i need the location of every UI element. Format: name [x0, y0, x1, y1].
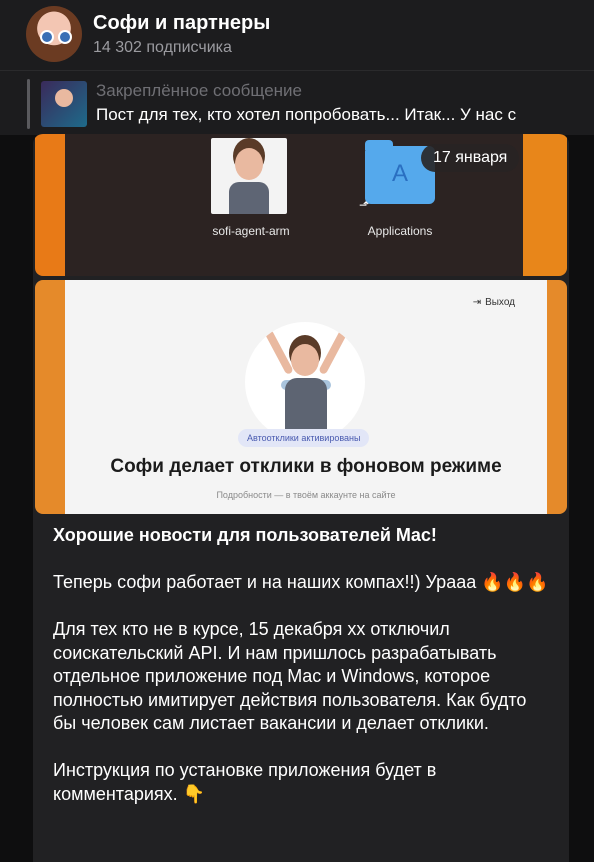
exit-icon: ⇥: [472, 297, 482, 308]
post-image-dashboard[interactable]: ⇥ Выход Автоотклики активированы Софи дел…: [35, 280, 567, 514]
head: [291, 344, 319, 376]
pinned-indicator: [27, 79, 30, 129]
exit-link: ⇥ Выход: [473, 297, 515, 308]
avatar-eye-left: [40, 30, 54, 44]
alias-arrow-icon: ⬏: [359, 198, 370, 212]
avatar-eye-right: [58, 30, 72, 44]
app-label: sofi-agent-arm: [212, 224, 290, 238]
dashboard-subtext: Подробности — в твоём аккаунте на сайте: [216, 490, 396, 500]
post-paragraph-4: Инструкция по установке приложения будет…: [53, 760, 437, 804]
channel-header[interactable]: Софи и партнеры 14 302 подписчика: [0, 0, 594, 70]
sofi-illustration: [245, 322, 365, 442]
pinned-preview-text: Пост для тех, кто хотел попробовать... И…: [96, 105, 517, 124]
post-text: Хорошие новости для пользователей Mac! Т…: [53, 524, 553, 830]
pinned-label: Закреплённое сообщение: [96, 81, 302, 100]
folder-label: Applications: [367, 224, 433, 238]
channel-avatar[interactable]: [26, 6, 82, 62]
post-paragraph-1: Хорошие новости для пользователей Mac!: [53, 525, 437, 545]
post-paragraph-2: Теперь софи работает и на наших компах!!…: [53, 572, 549, 592]
pinned-thumbnail: [41, 81, 87, 127]
exit-label: Выход: [485, 297, 515, 308]
subscriber-count: 14 302 подписчика: [93, 39, 232, 56]
status-badge: Автоотклики активированы: [238, 429, 370, 447]
arm-left: [264, 328, 294, 376]
channel-title[interactable]: Софи и партнеры: [93, 12, 270, 35]
dashboard-heading: Софи делает отклики в фоновом режиме: [110, 456, 502, 477]
app-icon-body: [229, 182, 269, 214]
post-paragraph-3: Для тех кто не в курсе, 15 декабря хх от…: [53, 619, 527, 733]
date-badge: 17 января: [421, 144, 520, 172]
torso: [285, 378, 327, 430]
arm-right: [318, 328, 348, 376]
dashboard-card: ⇥ Выход Автоотклики активированы Софи дел…: [65, 280, 547, 514]
app-icon: [211, 138, 287, 214]
pinned-message-bar[interactable]: Закреплённое сообщение Пост для тех, кто…: [0, 70, 594, 135]
post-image-installer[interactable]: sofi-agent-arm A ⬏ Applications 17 январ…: [35, 134, 567, 276]
channel-post: sofi-agent-arm A ⬏ Applications 17 январ…: [33, 134, 569, 862]
app-icon-face: [235, 148, 263, 180]
